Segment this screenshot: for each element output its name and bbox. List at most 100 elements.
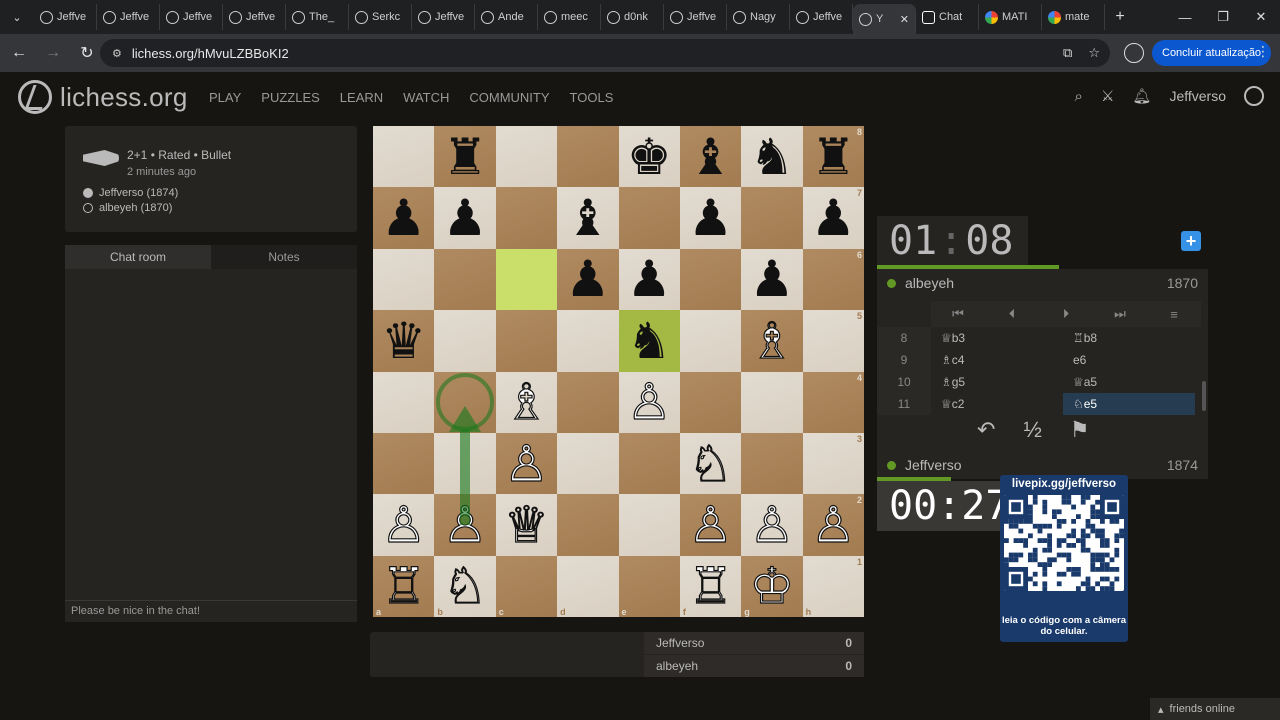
browser-tab[interactable]: Ande xyxy=(475,4,538,30)
square-a1[interactable]: ♖ a xyxy=(373,555,435,617)
nav-play[interactable]: PLAY xyxy=(209,90,241,105)
square-c7[interactable] xyxy=(495,187,558,249)
browser-tab[interactable]: meec xyxy=(538,4,601,30)
white-move[interactable]: ♕c2 xyxy=(931,393,1063,415)
address-bar[interactable]: ⚙ lichess.org/hMvuLZBBoKI2 ⧉ ☆ xyxy=(100,39,1110,67)
square-f5[interactable] xyxy=(679,310,742,372)
search-icon[interactable]: ⌕ xyxy=(1075,88,1083,105)
add-time-button[interactable]: + xyxy=(1181,231,1201,251)
minimize-button[interactable]: — xyxy=(1166,0,1204,34)
square-h1[interactable]: 1h xyxy=(802,555,864,617)
piece-g5[interactable]: ♗ xyxy=(749,315,795,366)
square-c2[interactable]: ♕ xyxy=(495,494,558,556)
black-move[interactable]: e6 xyxy=(1063,349,1195,371)
chat-input[interactable]: Please be nice in the chat! xyxy=(65,600,357,622)
white-player[interactable]: Jeffverso (1874) xyxy=(83,187,178,199)
square-a5[interactable]: ♛ xyxy=(373,310,435,372)
tab-chat-room[interactable]: Chat room xyxy=(65,245,211,269)
resign-flag-icon[interactable]: ⚑ xyxy=(1070,417,1090,443)
square-c4[interactable]: ♗ xyxy=(495,371,558,433)
forward-button[interactable]: → xyxy=(38,38,68,68)
browser-tab[interactable]: Jeffve xyxy=(790,4,853,30)
black-move[interactable]: ♕a5 xyxy=(1063,371,1195,393)
square-b7[interactable]: ♟ xyxy=(434,187,496,249)
piece-f7[interactable]: ♟ xyxy=(688,193,733,243)
nav-puzzles[interactable]: PUZZLES xyxy=(261,90,320,105)
square-b1[interactable]: ♘ b xyxy=(434,555,496,617)
white-move[interactable]: ♕b3 xyxy=(931,327,1063,349)
piece-d6[interactable]: ♟ xyxy=(565,254,610,304)
square-g5[interactable]: ♗ xyxy=(741,310,803,372)
piece-h2[interactable]: ♙ xyxy=(810,499,856,550)
piece-a7[interactable]: ♟ xyxy=(381,193,426,243)
close-tab-icon[interactable]: ✕ xyxy=(900,13,909,26)
piece-g1[interactable]: ♔ xyxy=(749,561,795,612)
square-b3[interactable] xyxy=(434,432,496,495)
piece-b1[interactable]: ♘ xyxy=(442,561,488,612)
next-move-icon[interactable]: ⏵ xyxy=(1039,306,1093,322)
restore-button[interactable]: ❐ xyxy=(1204,0,1242,34)
piece-d7[interactable]: ♝ xyxy=(565,193,610,243)
piece-g8[interactable]: ♞ xyxy=(750,132,795,182)
square-e2[interactable] xyxy=(618,494,680,556)
browser-tab[interactable]: Y ✕ xyxy=(853,4,916,34)
square-a4[interactable] xyxy=(373,371,435,433)
browser-tab[interactable]: d0nk xyxy=(601,4,664,30)
square-e8[interactable]: ♚ xyxy=(618,126,680,188)
tab-notes[interactable]: Notes xyxy=(211,245,357,269)
notifications-icon[interactable]: 🔔︎ xyxy=(1132,87,1151,105)
chess-board[interactable]: ♜ ♚ ♝ ♞ ♜ 8 ♟ ♟ ♝ ♟ ♟ 7 ♟ ♟ ♟ 6 ♛ ♞ ♗ 5 ♗ ♙ 4 ♙ ♘ 3 ♙ ♙ ♕ ♙ ♙ ♙ 2 ♖ a ♘ b c d e… xyxy=(373,126,864,617)
piece-c3[interactable]: ♙ xyxy=(503,438,549,489)
square-d3[interactable] xyxy=(557,432,619,495)
square-c8[interactable] xyxy=(495,126,558,188)
piece-h8[interactable]: ♜ xyxy=(811,132,856,182)
browser-tab[interactable]: Nagy xyxy=(727,4,790,30)
square-h2[interactable]: ♙ 2 xyxy=(802,494,864,556)
piece-h7[interactable]: ♟ xyxy=(811,193,856,243)
user-avatar-icon[interactable] xyxy=(1244,86,1264,106)
piece-c2[interactable]: ♕ xyxy=(503,499,549,550)
square-f4[interactable] xyxy=(679,371,742,433)
browser-tab[interactable]: Jeffve xyxy=(664,4,727,30)
square-e7[interactable] xyxy=(618,187,680,249)
square-c1[interactable]: c xyxy=(495,555,558,617)
square-f6[interactable] xyxy=(679,248,742,311)
square-a8[interactable] xyxy=(373,126,435,188)
piece-c4[interactable]: ♗ xyxy=(503,377,549,428)
piece-f8[interactable]: ♝ xyxy=(688,132,733,182)
square-d7[interactable]: ♝ xyxy=(557,187,619,249)
square-h5[interactable]: 5 xyxy=(802,310,864,372)
square-f2[interactable]: ♙ xyxy=(679,494,742,556)
site-logo[interactable]: lichess.org xyxy=(18,80,188,114)
tab-search-button[interactable]: ⌄ xyxy=(0,0,34,34)
square-h7[interactable]: ♟ 7 xyxy=(802,187,864,249)
square-e3[interactable] xyxy=(618,432,680,495)
square-b6[interactable] xyxy=(434,248,496,311)
piece-e8[interactable]: ♚ xyxy=(627,132,672,182)
square-g8[interactable]: ♞ xyxy=(741,126,803,188)
piece-f2[interactable]: ♙ xyxy=(688,499,734,550)
piece-e6[interactable]: ♟ xyxy=(627,254,672,304)
square-b4[interactable] xyxy=(434,371,496,433)
square-f1[interactable]: ♖ f xyxy=(679,555,742,617)
square-b2[interactable]: ♙ xyxy=(434,494,496,556)
browser-tab[interactable]: Chat xyxy=(916,4,979,30)
close-window-button[interactable]: ✕ xyxy=(1242,0,1280,34)
black-move[interactable]: ♖b8 xyxy=(1063,327,1195,349)
square-a6[interactable] xyxy=(373,248,435,311)
piece-g2[interactable]: ♙ xyxy=(749,499,795,550)
friends-online-button[interactable]: ▴ friends online xyxy=(1150,698,1280,720)
square-h8[interactable]: ♜ 8 xyxy=(802,126,864,188)
piece-a1[interactable]: ♖ xyxy=(381,561,427,612)
square-d1[interactable]: d xyxy=(557,555,619,617)
nav-community[interactable]: COMMUNITY xyxy=(469,90,549,105)
square-e6[interactable]: ♟ xyxy=(618,248,680,311)
piece-f3[interactable]: ♘ xyxy=(688,438,734,489)
square-a7[interactable]: ♟ xyxy=(373,187,435,249)
piece-b8[interactable]: ♜ xyxy=(443,132,488,182)
piece-e4[interactable]: ♙ xyxy=(626,377,672,428)
square-d8[interactable] xyxy=(557,126,619,188)
square-d5[interactable] xyxy=(557,310,619,372)
install-app-icon[interactable]: ⧉ xyxy=(1063,45,1072,61)
takeback-icon[interactable]: ↶ xyxy=(977,417,995,443)
